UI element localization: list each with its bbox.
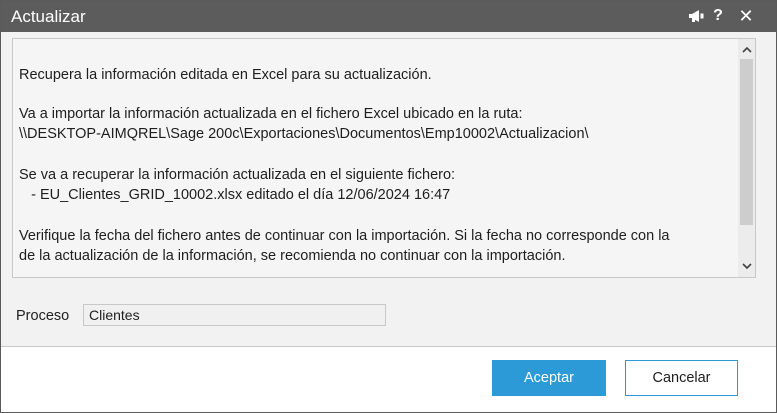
- message-line: Va a importar la información actualizada…: [19, 106, 523, 122]
- scroll-up-icon[interactable]: [738, 41, 755, 58]
- accept-button[interactable]: Aceptar: [492, 360, 606, 396]
- message-line: Se va a recuperar la información actuali…: [19, 167, 456, 183]
- message-text: Recupera la información editada en Excel…: [19, 39, 741, 264]
- update-dialog: Actualizar ? ✕ Recupera la información e…: [0, 0, 777, 413]
- cancel-button[interactable]: Cancelar: [625, 360, 738, 396]
- process-field: Clientes: [83, 304, 386, 326]
- help-button[interactable]: ?: [709, 5, 727, 27]
- button-bar: Aceptar Cancelar: [1, 347, 776, 412]
- scroll-down-icon[interactable]: [738, 258, 755, 275]
- megaphone-icon[interactable]: [685, 5, 707, 27]
- vertical-scrollbar[interactable]: [738, 39, 755, 277]
- message-line: \\DESKTOP-AIMQREL\Sage 200c\Exportacione…: [19, 126, 589, 142]
- title-bar[interactable]: Actualizar ? ✕: [1, 1, 776, 32]
- message-line: Verifique la fecha del fichero antes de …: [19, 228, 670, 244]
- message-area[interactable]: Recupera la información editada en Excel…: [12, 38, 756, 278]
- close-button[interactable]: ✕: [735, 5, 757, 27]
- message-line: Recupera la información editada en Excel…: [19, 67, 432, 83]
- message-line: - EU_Clientes_GRID_10002.xlsx editado el…: [19, 187, 451, 203]
- message-line: de la actualización de la información, s…: [19, 248, 566, 264]
- process-label: Proceso: [16, 308, 70, 324]
- scroll-thumb[interactable]: [740, 59, 753, 225]
- window-title: Actualizar: [11, 7, 86, 26]
